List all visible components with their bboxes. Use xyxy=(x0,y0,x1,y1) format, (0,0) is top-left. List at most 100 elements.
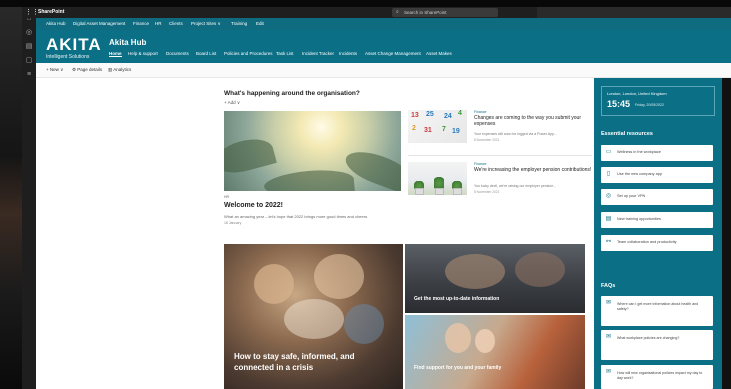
app-name[interactable]: SharePoint xyxy=(38,9,64,15)
resource-label: New training opportunities xyxy=(617,217,661,221)
thumb-number: 24 xyxy=(444,113,452,120)
thumb-number: 13 xyxy=(411,112,419,119)
photo-shape xyxy=(445,323,471,353)
hub-nav-project-sites[interactable]: Project Sites ∨ xyxy=(191,21,221,27)
command-bar: + New ∨ ⚙ Page details ▥ Analytics xyxy=(36,63,731,78)
thumb-number: 31 xyxy=(424,127,432,134)
hub-nav-dam[interactable]: Digital Asset Management xyxy=(73,21,125,26)
resource-link[interactable]: ⚯ Team collaboration and productivity xyxy=(601,235,713,251)
nav-asset-change[interactable]: Asset Change Management xyxy=(365,51,421,56)
phone-icon: ▯ xyxy=(606,171,611,177)
resource-label: Wellness in the workplace xyxy=(617,150,661,154)
hub-nav-akita-hub[interactable]: Akita Hub xyxy=(46,21,66,26)
resource-link[interactable]: ▤ New training opportunities xyxy=(601,212,713,228)
nav-help-support[interactable]: Help & support xyxy=(128,51,158,56)
faq-title: FAQs xyxy=(601,283,616,289)
analytics-label: Analytics xyxy=(113,67,132,72)
hub-nav-clients[interactable]: Clients xyxy=(169,21,183,26)
nav-board-list[interactable]: Board List xyxy=(196,51,216,56)
waffle-icon[interactable]: ⋮⋮ xyxy=(25,9,39,16)
hero-news-title[interactable]: Welcome to 2022! xyxy=(224,202,283,209)
hub-nav-hr[interactable]: HR xyxy=(155,21,162,26)
hero-tile-support[interactable]: Find support for you and your family xyxy=(405,315,585,389)
add-news-button[interactable]: + Add ∨ xyxy=(224,100,240,106)
weather-date: Friday, 20/05/2022 xyxy=(635,103,664,107)
background-scene xyxy=(0,0,22,389)
nav-incidents[interactable]: Incidents xyxy=(339,51,357,56)
tile-caption: How to stay safe, informed, and connecte… xyxy=(234,352,355,372)
divider xyxy=(408,155,592,156)
fern-leaf xyxy=(263,167,355,191)
hero-tile-information[interactable]: Get the most up-to-date information xyxy=(405,244,585,313)
pot xyxy=(453,188,462,195)
thumb-number: 7 xyxy=(442,126,446,133)
suite-bar: ⋮⋮ SharePoint ⌕ Search in SharePoint xyxy=(22,7,537,18)
globe-icon[interactable]: ◎ xyxy=(25,29,33,37)
weather-widget[interactable]: London, London, United Kingdom 15:45 Fri… xyxy=(601,86,715,116)
news-description: Your expenses will soon be logged via a … xyxy=(474,132,557,136)
news-date: 8 November 2021 xyxy=(474,190,500,194)
files-icon[interactable]: ▢ xyxy=(25,57,33,65)
suite-bar-right xyxy=(537,7,731,18)
news-category: Finance xyxy=(474,162,487,166)
photo-shape xyxy=(284,299,344,339)
faq-item[interactable]: ✉ Where can I get more information about… xyxy=(601,296,713,326)
photo-shape xyxy=(515,252,565,287)
hero-news-image[interactable] xyxy=(224,111,401,191)
nav-documents[interactable]: Documents xyxy=(166,51,189,56)
page-content: What's happening around the organisation… xyxy=(36,78,594,389)
right-panel: London, London, United Kingdom 15:45 Fri… xyxy=(594,78,722,389)
faq-item[interactable]: ✉ How will new organisational policies i… xyxy=(601,365,713,389)
new-button[interactable]: + New ∨ xyxy=(46,67,63,73)
hub-nav-edit[interactable]: Edit xyxy=(256,21,264,26)
thumb-number: 4 xyxy=(458,110,462,117)
search-icon: ⌕ xyxy=(396,9,399,15)
app-bar: ⌂ ◎ ▤ ▢ ≡ xyxy=(22,7,36,389)
photo-shape xyxy=(254,264,294,304)
hub-nav-finance[interactable]: Finance xyxy=(133,21,149,26)
thumb-number: 19 xyxy=(452,128,460,135)
lists-icon[interactable]: ≡ xyxy=(25,71,33,79)
news-thumbnail-plants[interactable] xyxy=(408,162,467,195)
fern-leaf xyxy=(224,133,277,179)
news-section-title: What's happening around the organisation… xyxy=(224,90,360,97)
site-logo[interactable]: AKITA xyxy=(46,35,102,55)
hub-nav-training[interactable]: Training xyxy=(231,21,247,26)
news-icon[interactable]: ▤ xyxy=(25,43,33,51)
nav-asset-makes[interactable]: Asset Makes xyxy=(426,51,452,56)
photo-shape xyxy=(314,254,364,299)
search-input[interactable]: ⌕ Search in SharePoint xyxy=(392,8,498,17)
page-details-label: Page details xyxy=(77,67,103,72)
photo-shape xyxy=(475,329,495,353)
analytics-button[interactable]: ▥ Analytics xyxy=(108,67,131,73)
faq-question: How will new organisational policies imp… xyxy=(617,371,703,380)
tile-caption: Get the most up-to-date information xyxy=(414,296,500,302)
thumb-number: 2 xyxy=(412,125,416,132)
resource-label: Team collaboration and productivity xyxy=(617,240,677,244)
news-title[interactable]: Changes are coming to the way you submit… xyxy=(474,115,592,127)
pot xyxy=(435,188,444,195)
screen-edge xyxy=(722,78,731,389)
tile-caption: Find support for you and your family xyxy=(414,365,502,371)
news-description: You lucky devil, we're raising our emplo… xyxy=(474,184,557,188)
page-details-button[interactable]: ⚙ Page details xyxy=(72,67,102,73)
hero-news-description: What an amazing year – let's hope that 2… xyxy=(224,214,368,219)
nav-incident-tracker[interactable]: Incident Tracker xyxy=(302,51,334,56)
hero-tile-crisis[interactable]: How to stay safe, informed, and connecte… xyxy=(224,244,403,389)
resource-link[interactable]: ◎ Set up your VPN xyxy=(601,189,713,205)
resource-link[interactable]: ▭ Wellness in the workplace xyxy=(601,145,713,161)
weather-time: 15:45 xyxy=(607,99,631,109)
globe-icon: ◎ xyxy=(605,193,612,199)
nav-task-list[interactable]: Task List xyxy=(276,51,294,56)
site-title[interactable]: Akita Hub xyxy=(109,38,146,47)
chat-icon: ✉ xyxy=(605,300,612,306)
nav-home[interactable]: Home xyxy=(109,51,122,57)
news-title[interactable]: We're increasing the employer pension co… xyxy=(474,167,592,173)
news-thumbnail-numbers[interactable]: 13 25 24 4 2 31 7 19 xyxy=(408,110,467,143)
resource-label: Set up your VPN xyxy=(617,194,646,198)
resource-link[interactable]: ▯ Use the new company app xyxy=(601,167,713,183)
faq-item[interactable]: ✉ What workplace policies are changing? xyxy=(601,330,713,360)
nav-policies[interactable]: Policies and Procedures xyxy=(224,51,273,56)
faq-question: What workplace policies are changing? xyxy=(617,336,680,340)
news-date: 8 November 2021 xyxy=(474,138,500,142)
